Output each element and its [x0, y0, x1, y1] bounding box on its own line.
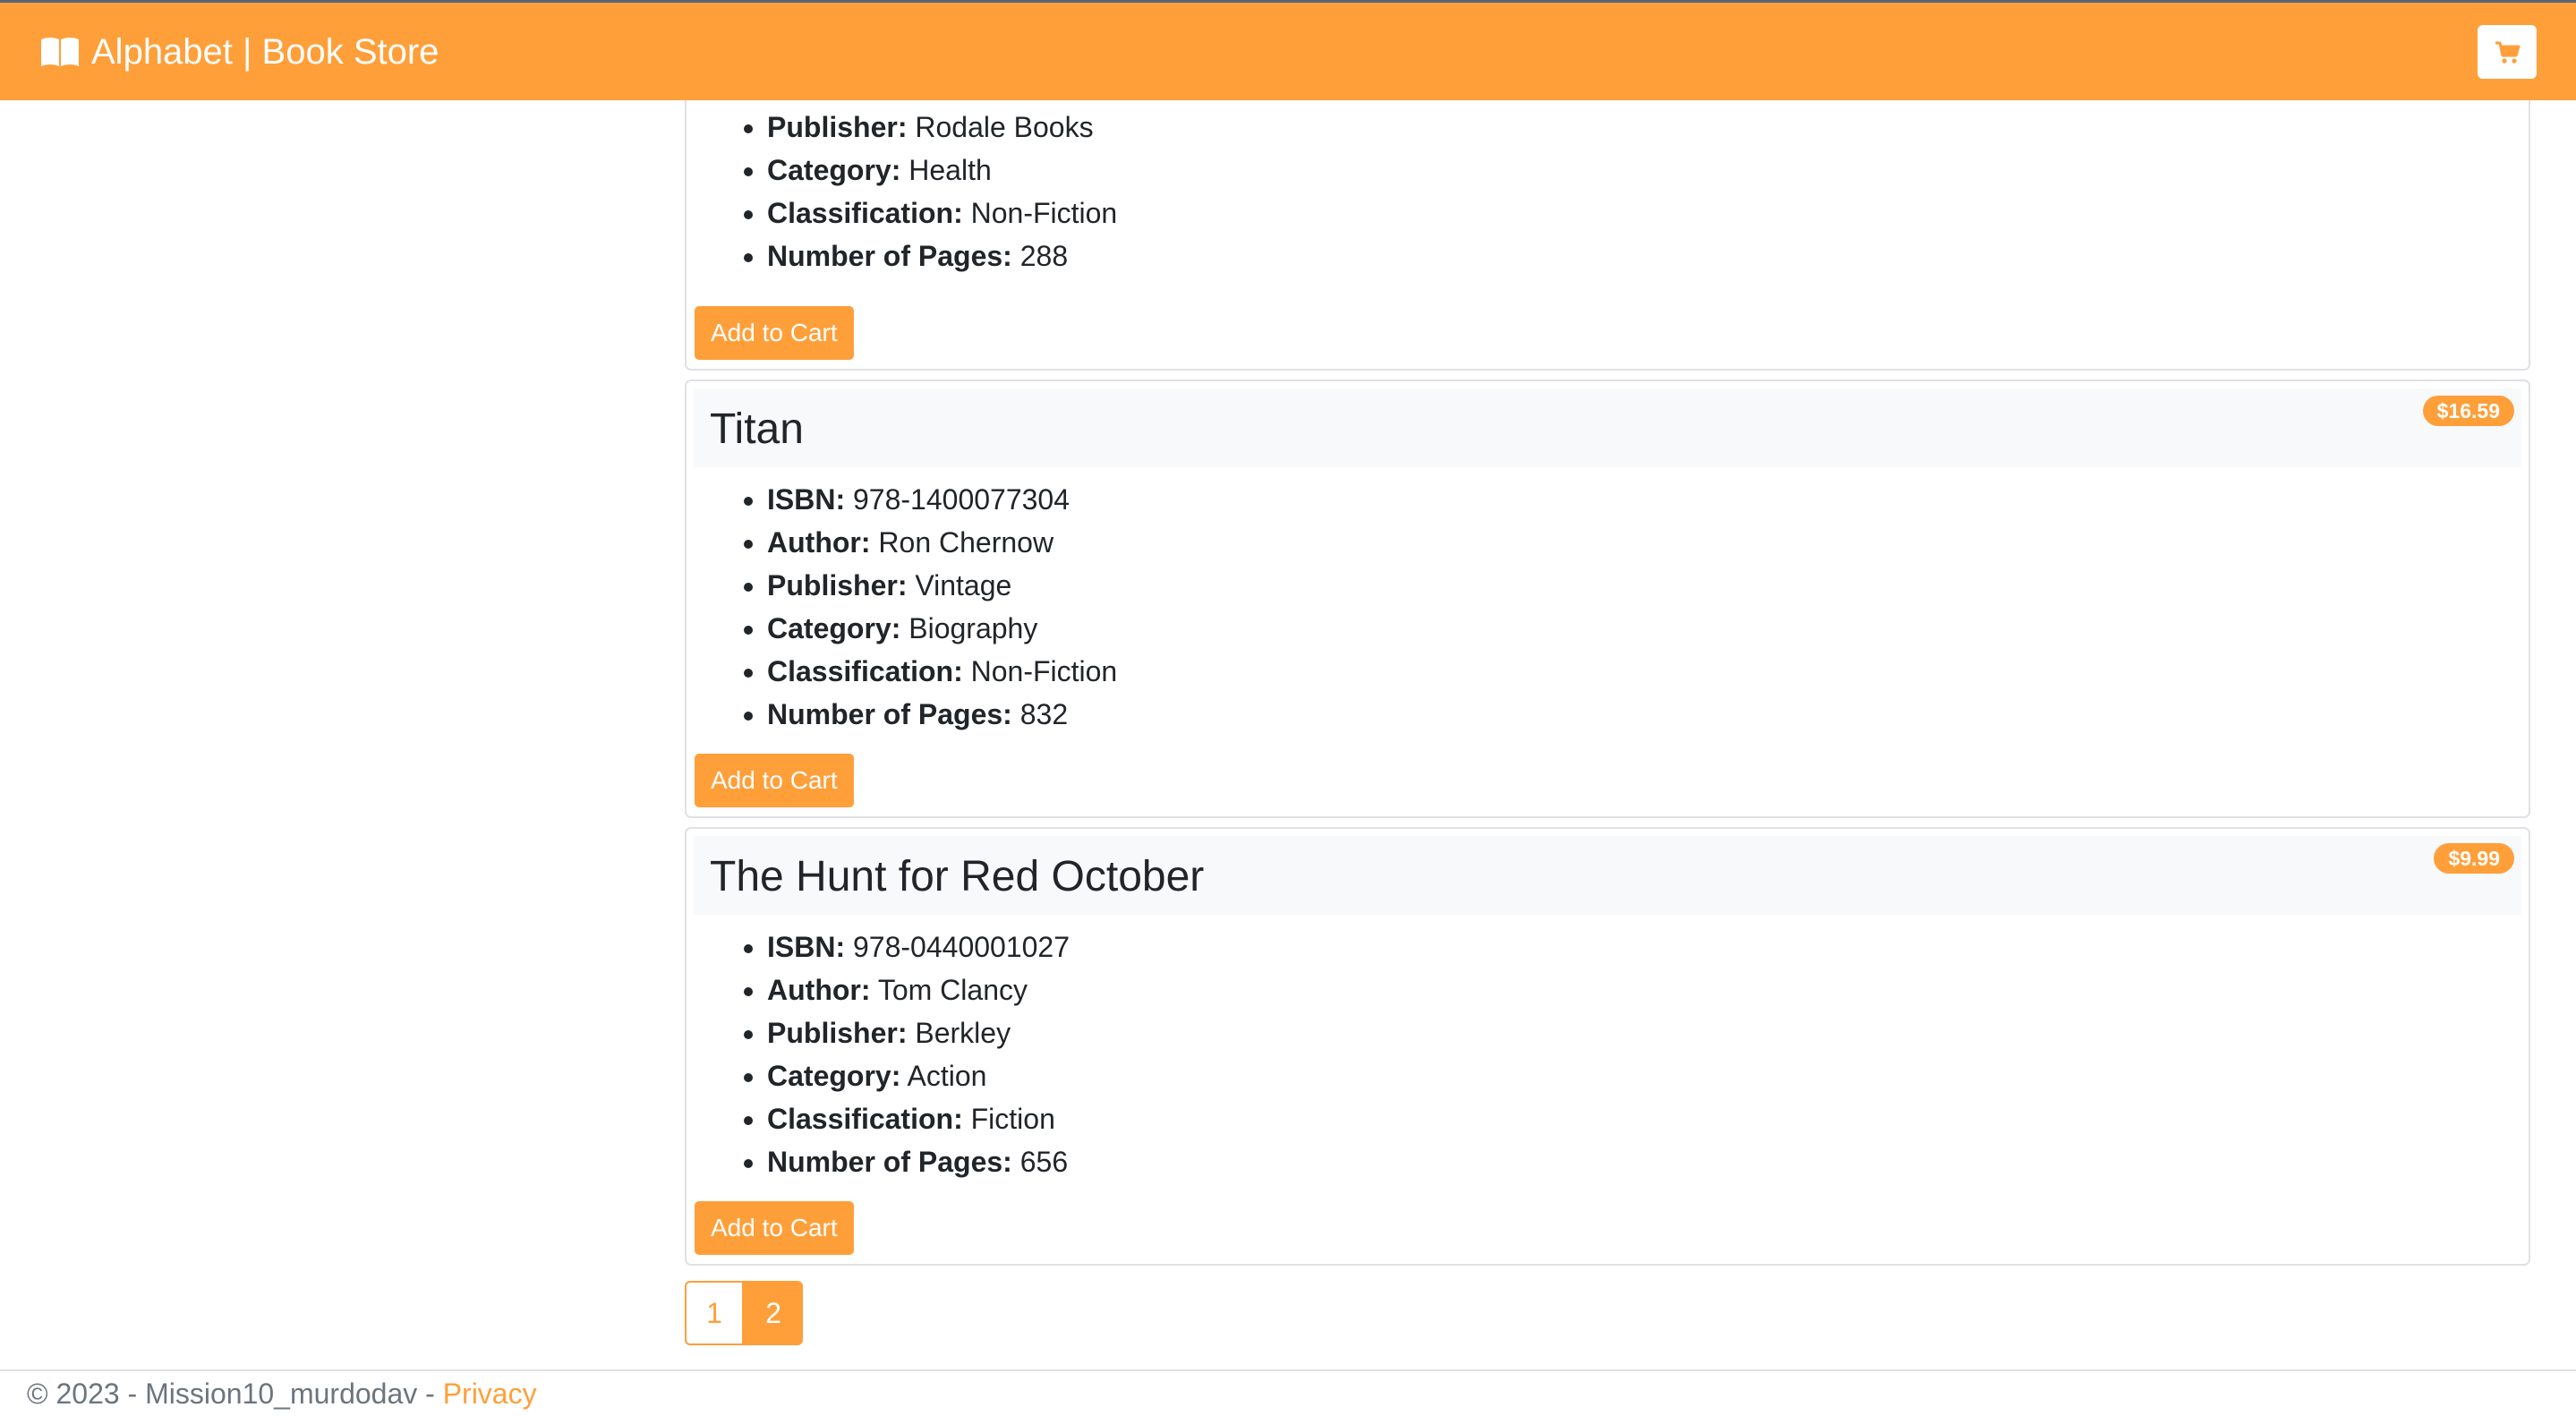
shopping-cart-icon — [2495, 41, 2521, 64]
book-detail-item: Publisher: Rodale Books — [767, 106, 2529, 149]
detail-value: Non-Fiction — [970, 655, 1118, 687]
book-detail-item: Classification: Non-Fiction — [767, 192, 2529, 235]
detail-value: Action — [907, 1060, 987, 1092]
book-detail-item: ISBN: 978-1400077304 — [767, 478, 2529, 521]
book-title: The Hunt for Red October — [710, 853, 1205, 900]
book-card: Publisher: Rodale Books Category: Health… — [685, 100, 2530, 371]
detail-label: Publisher: — [767, 111, 908, 143]
detail-value: Biography — [908, 612, 1038, 644]
book-detail-item: Classification: Non-Fiction — [767, 650, 2529, 693]
add-to-cart-button[interactable]: Add to Cart — [695, 306, 854, 360]
detail-value: 656 — [1019, 1146, 1069, 1178]
detail-value: Health — [908, 154, 992, 186]
book-detail-item: ISBN: 978-0440001027 — [767, 926, 2529, 968]
page-link-1[interactable]: 1 — [685, 1281, 744, 1345]
detail-value: Berkley — [915, 1017, 1011, 1049]
detail-label: Category: — [767, 612, 901, 644]
detail-label: ISBN: — [767, 931, 846, 963]
detail-label: Number of Pages: — [767, 1146, 1012, 1178]
top-navbar: Alphabet | Book Store — [0, 0, 2576, 100]
detail-value: Rodale Books — [915, 111, 1094, 143]
book-open-icon — [41, 38, 79, 66]
book-card: The Hunt for Red October $9.99 ISBN: 978… — [685, 827, 2530, 1266]
detail-value: 832 — [1019, 698, 1069, 730]
book-card-header: Titan $16.59 — [694, 388, 2521, 467]
detail-value: Tom Clancy — [877, 974, 1028, 1006]
book-detail-item: Number of Pages: 832 — [767, 693, 2529, 736]
detail-value: 978-1400077304 — [853, 483, 1070, 516]
book-detail-item: Publisher: Berkley — [767, 1011, 2529, 1054]
book-card: Titan $16.59 ISBN: 978-1400077304 Author… — [685, 380, 2530, 818]
footer-copyright: © 2023 - Mission10_murdodav - — [27, 1378, 443, 1410]
detail-value: Ron Chernow — [878, 526, 1054, 559]
cart-button[interactable] — [2478, 25, 2537, 79]
book-card-header: The Hunt for Red October $9.99 — [694, 836, 2521, 915]
book-details-list: ISBN: 978-1400077304 Author: Ron Chernow… — [687, 478, 2529, 736]
book-list: Publisher: Rodale Books Category: Health… — [685, 100, 2530, 1275]
detail-label: Author: — [767, 526, 871, 559]
detail-label: ISBN: — [767, 483, 846, 516]
privacy-link[interactable]: Privacy — [443, 1378, 537, 1410]
price-badge: $16.59 — [2422, 396, 2514, 426]
detail-label: Publisher: — [767, 569, 908, 601]
detail-label: Classification: — [767, 655, 963, 687]
price-badge: $9.99 — [2434, 843, 2514, 874]
book-detail-item: Number of Pages: 288 — [767, 235, 2529, 277]
detail-value: Non-Fiction — [970, 197, 1118, 229]
book-detail-item: Category: Biography — [767, 607, 2529, 650]
detail-label: Category: — [767, 154, 901, 186]
footer: © 2023 - Mission10_murdodav - Privacy — [0, 1369, 2576, 1410]
detail-label: Classification: — [767, 197, 963, 229]
book-detail-item: Category: Health — [767, 149, 2529, 192]
book-detail-item: Classification: Fiction — [767, 1097, 2529, 1140]
book-detail-item: Author: Tom Clancy — [767, 968, 2529, 1011]
book-title: Titan — [710, 405, 804, 453]
detail-label: Classification: — [767, 1103, 963, 1135]
detail-value: Vintage — [915, 569, 1012, 601]
book-detail-item: Category: Action — [767, 1054, 2529, 1097]
book-detail-item: Publisher: Vintage — [767, 564, 2529, 607]
detail-value: Fiction — [970, 1103, 1055, 1135]
brand-link[interactable]: Alphabet | Book Store — [39, 31, 439, 73]
detail-label: Category: — [767, 1060, 901, 1092]
page-link-2[interactable]: 2 — [744, 1281, 803, 1345]
add-to-cart-button[interactable]: Add to Cart — [695, 1201, 854, 1255]
detail-value: 288 — [1019, 240, 1069, 272]
detail-label: Number of Pages: — [767, 240, 1012, 272]
book-details-list: ISBN: 978-0440001027 Author: Tom Clancy … — [687, 926, 2529, 1183]
detail-label: Number of Pages: — [767, 698, 1012, 730]
add-to-cart-button[interactable]: Add to Cart — [695, 754, 854, 807]
book-details-list: Publisher: Rodale Books Category: Health… — [687, 100, 2529, 277]
detail-value: 978-0440001027 — [853, 931, 1070, 963]
book-detail-item: Author: Ron Chernow — [767, 521, 2529, 564]
brand-text: Alphabet | Book Store — [91, 32, 439, 72]
pagination: 1 2 — [685, 1281, 803, 1345]
detail-label: Publisher: — [767, 1017, 908, 1049]
detail-label: Author: — [767, 974, 871, 1006]
book-detail-item: Number of Pages: 656 — [767, 1140, 2529, 1183]
